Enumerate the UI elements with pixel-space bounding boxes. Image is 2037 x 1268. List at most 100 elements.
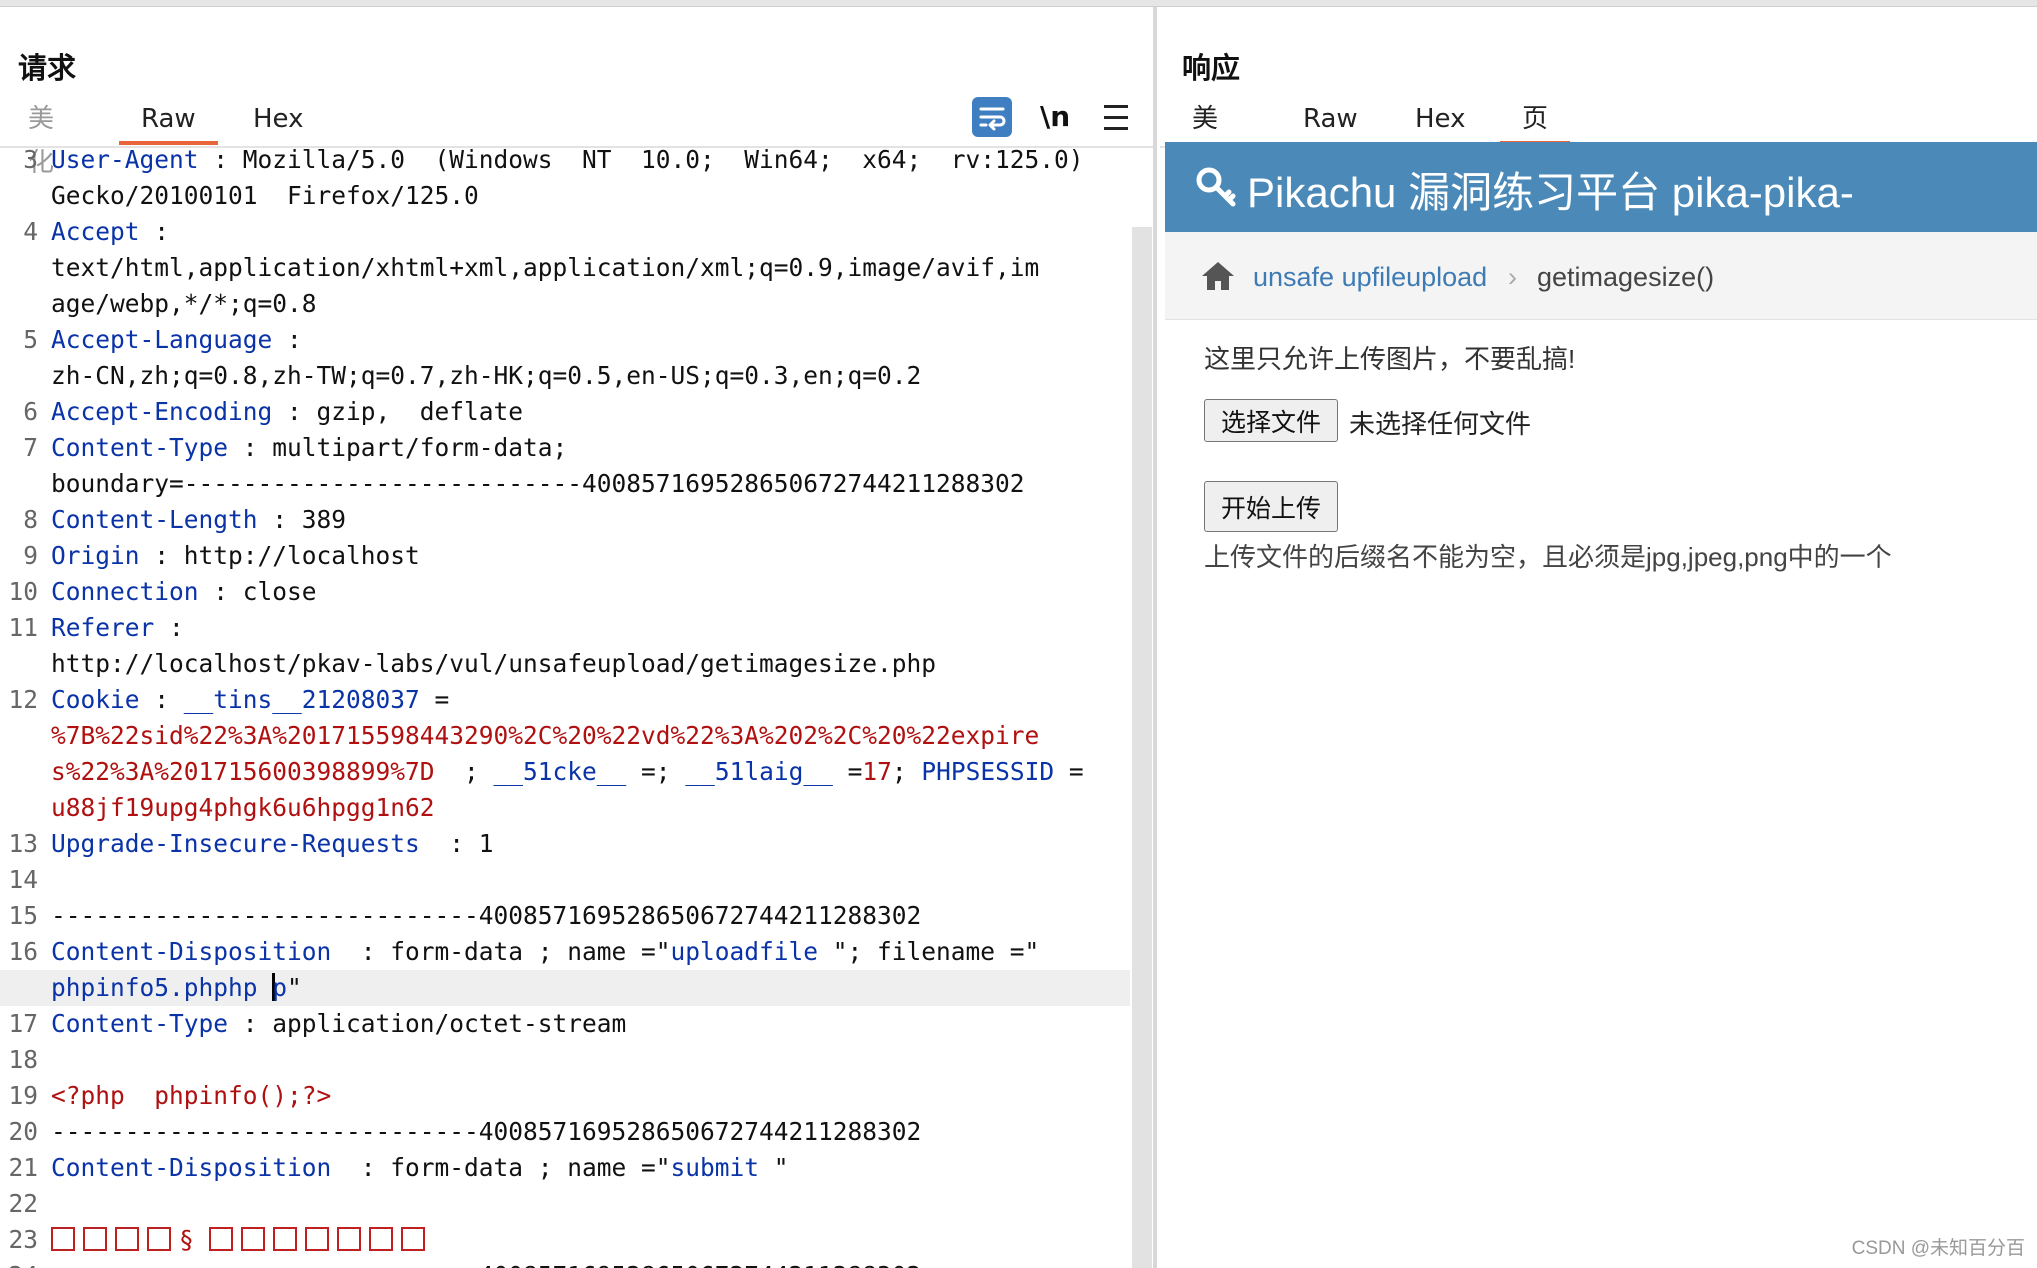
plain-text: : form-data ; name =" — [331, 1153, 671, 1182]
plain-text: : 389 — [257, 505, 347, 534]
upload-notice: 这里只允许上传图片，不要乱搞! — [1204, 344, 1576, 374]
editor-line[interactable]: 5 Accept-Language : — [0, 322, 1130, 358]
editor-line[interactable]: 12 Cookie : __tins__21208037 = — [0, 682, 1130, 718]
line-number: 6 — [23, 397, 38, 426]
line-code: phpinfo5.phphp p" — [51, 970, 302, 1006]
hamburger-menu-icon[interactable] — [1098, 97, 1134, 137]
pane-splitter[interactable] — [1153, 7, 1157, 1268]
editor-line[interactable]: u88jf19upg4phgk6u6hpgg1n62 — [0, 790, 1130, 826]
line-code: u88jf19upg4phgk6u6hpgg1n62 — [51, 790, 435, 826]
editor-line[interactable]: http://localhost/pkav-labs/vul/unsafeupl… — [0, 646, 1130, 682]
editor-line[interactable]: 8 Content-Length : 389 — [0, 502, 1130, 538]
editor-line[interactable]: 3 User-Agent : Mozilla/5.0 (Windows NT 10… — [0, 149, 1130, 178]
plain-text: -----------------------------40085716952… — [51, 1261, 951, 1268]
home-icon[interactable] — [1200, 260, 1236, 292]
editor-line[interactable]: 24 -----------------------------400857169… — [0, 1258, 1130, 1268]
line-number: 10 — [8, 577, 38, 606]
plain-text: age/webp,*/*;q=0.8 — [51, 289, 317, 318]
header-key: Content-Type — [51, 1009, 229, 1038]
line-code: Accept : — [51, 214, 169, 250]
editor-line[interactable]: 11 Referer : — [0, 610, 1130, 646]
line-number: 19 — [8, 1081, 38, 1110]
plain-text: "; filename =" — [818, 937, 1040, 966]
editor-line[interactable]: text/html,application/xhtml+xml,applicat… — [0, 250, 1130, 286]
header-key: Origin — [51, 541, 140, 570]
breadcrumb-link[interactable]: unsafe upfileupload — [1253, 262, 1487, 293]
editor-line[interactable]: 9 Origin : http://localhost — [0, 538, 1130, 574]
plain-text: Gecko/20100101 Firefox/125.0 — [51, 181, 479, 210]
editor-line[interactable]: 22 — [0, 1186, 1130, 1222]
missing-glyph-box — [51, 1227, 75, 1251]
editor-line[interactable]: boundary=---------------------------4008… — [0, 466, 1130, 502]
editor-scrollbar[interactable] — [1132, 227, 1152, 1268]
value-token: 17 — [862, 757, 892, 786]
key-icon — [1196, 167, 1236, 207]
header-key: Content-Disposition — [51, 1153, 332, 1182]
line-code: zh-CN,zh;q=0.8,zh-TW;q=0.7,zh-HK;q=0.5,e… — [51, 358, 921, 394]
editor-line[interactable]: phpinfo5.phphp p" — [0, 970, 1130, 1006]
header-key: Cookie — [51, 685, 140, 714]
tab-raw[interactable]: Raw — [1303, 97, 1358, 141]
editor-line[interactable]: 4 Accept : — [0, 214, 1130, 250]
missing-glyph-box — [208, 1227, 233, 1251]
request-pane: 请求 美化 Raw Hex \n 3 User-Agent : Mozilla/5… — [0, 7, 1153, 1268]
window-top-bar — [0, 0, 2037, 7]
plain-text: boundary=---------------------------4008… — [51, 469, 1025, 498]
tab-raw[interactable]: Raw — [119, 97, 218, 145]
choose-file-button[interactable]: 选择文件 — [1204, 399, 1338, 442]
editor-line[interactable]: 23 § — [0, 1222, 1130, 1258]
plain-text: ; — [891, 757, 922, 786]
value-token: u88jf19upg4phgk6u6hpgg1n62 — [51, 793, 435, 822]
tab-hex[interactable]: Hex — [253, 97, 303, 141]
header-key: Content-Length — [51, 505, 258, 534]
header-key: uploadfile — [670, 937, 819, 966]
request-title: 请求 — [18, 51, 77, 85]
editor-line[interactable]: 19 <?php phpinfo();?> — [0, 1078, 1130, 1114]
tab-pretty[interactable]: 美化 — [28, 97, 54, 178]
editor-line[interactable]: 6 Accept-Encoding : gzip, deflate — [0, 394, 1130, 430]
editor-line[interactable]: 20 -----------------------------400857169… — [0, 1114, 1130, 1150]
line-number: 11 — [8, 613, 38, 642]
line-code: %7B%22sid%22%3A%201715598443290%2C%20%22… — [51, 718, 1039, 754]
plain-text: -----------------------------40085716952… — [51, 1117, 922, 1146]
editor-line[interactable]: 7 Content-Type : multipart/form-data; — [0, 430, 1130, 466]
editor-line[interactable]: 18 — [0, 1042, 1130, 1078]
upload-button[interactable]: 开始上传 — [1204, 481, 1338, 532]
tab-render[interactable]: 页面渲染 — [1499, 97, 1571, 266]
plain-text: = — [419, 685, 450, 714]
chevron-right-icon: › — [1508, 262, 1517, 292]
editor-line[interactable]: 17 Content-Type : application/octet-strea… — [0, 1006, 1130, 1042]
word-wrap-toggle-button[interactable] — [972, 97, 1012, 137]
editor-line[interactable]: Gecko/20100101 Firefox/125.0 — [0, 178, 1130, 214]
header-key: Accept-Encoding — [51, 397, 273, 426]
line-number: 16 — [8, 937, 38, 966]
file-status-text: 未选择任何文件 — [1349, 409, 1532, 439]
editor-line[interactable]: 16 Content-Disposition : form-data ; name… — [0, 934, 1130, 970]
line-code: Accept-Language : — [51, 322, 302, 358]
editor-line[interactable]: 13 Upgrade-Insecure-Requests : 1 — [0, 826, 1130, 862]
header-key: Accept — [51, 217, 140, 246]
plain-text: : 1 — [419, 829, 494, 858]
header-key: __51cke__ — [493, 757, 627, 786]
editor-line[interactable]: age/webp,*/*;q=0.8 — [0, 286, 1130, 322]
header-key: Referer — [51, 613, 155, 642]
header-key: __tins__21208037 — [183, 685, 420, 714]
line-code: § — [51, 1222, 433, 1258]
editor-line[interactable]: s%22%3A%201715600398899%7D ; __51cke__ =… — [0, 754, 1130, 790]
response-pane: 响应 美化 Raw Hex 页面渲染 Pikachu 漏洞练习平台 pika-p… — [1160, 7, 2037, 1268]
unrenderable-glyphs — [208, 1225, 433, 1254]
breadcrumb-current: getimagesize() — [1537, 262, 1715, 292]
editor-line[interactable]: 14 — [0, 862, 1130, 898]
editor-line[interactable]: 21 Content-Disposition : form-data ; name… — [0, 1150, 1130, 1186]
editor-line[interactable]: %7B%22sid%22%3A%201715598443290%2C%20%22… — [0, 718, 1130, 754]
tab-pretty[interactable]: 美化 — [1192, 97, 1218, 178]
show-newlines-button[interactable]: \n — [1040, 97, 1070, 137]
tab-hex[interactable]: Hex — [1415, 97, 1465, 141]
upload-hint: 上传文件的后缀名不能为空，且必须是jpg,jpeg,png中的一个 — [1204, 542, 1892, 572]
editor-line[interactable]: 15 -----------------------------400857169… — [0, 898, 1130, 934]
plain-text: = — [832, 757, 863, 786]
request-editor[interactable]: 3 User-Agent : Mozilla/5.0 (Windows NT 10… — [0, 149, 1130, 1268]
editor-line[interactable]: zh-CN,zh;q=0.8,zh-TW;q=0.7,zh-HK;q=0.5,e… — [0, 358, 1130, 394]
line-number: 13 — [8, 829, 38, 858]
editor-line[interactable]: 10 Connection : close — [0, 574, 1130, 610]
